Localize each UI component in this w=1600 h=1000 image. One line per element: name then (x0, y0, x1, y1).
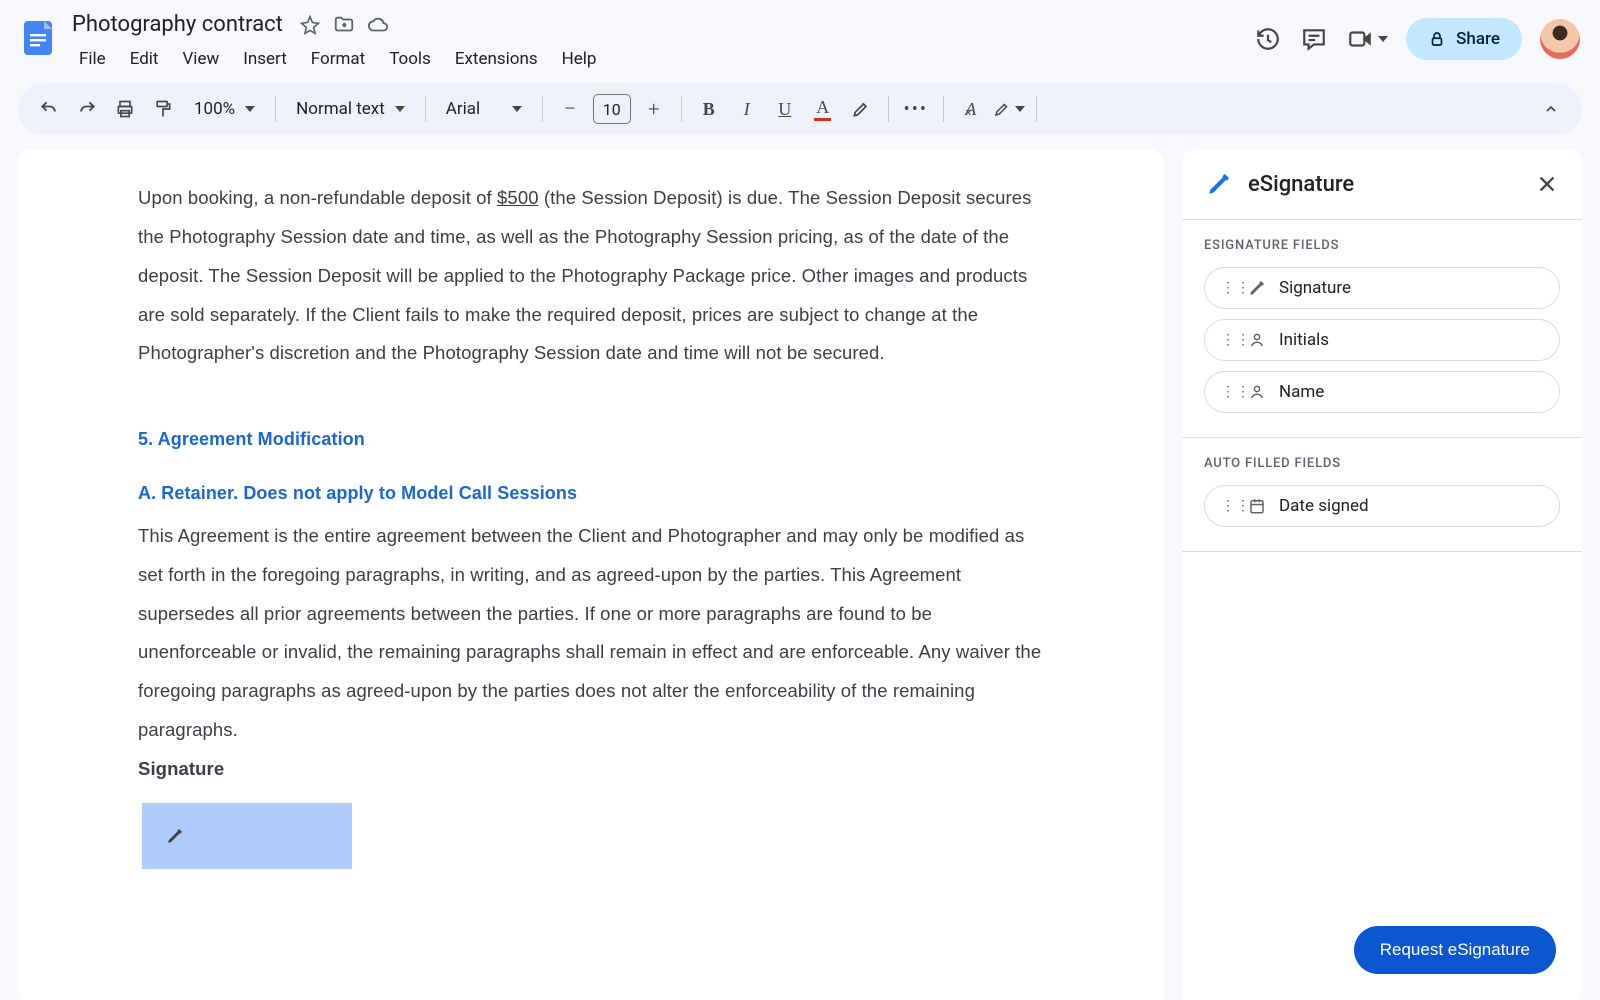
star-icon[interactable] (299, 14, 321, 36)
docs-logo[interactable] (14, 14, 62, 62)
share-label: Share (1456, 29, 1500, 49)
drag-handle-icon: ⋮⋮ (1221, 332, 1235, 348)
menu-edit[interactable]: Edit (119, 43, 170, 75)
subheading-a: A. Retainer. Does not apply to Model Cal… (138, 475, 1044, 513)
field-label: Signature (1279, 278, 1351, 298)
menu-extensions[interactable]: Extensions (444, 43, 549, 75)
request-esignature-button[interactable]: Request eSignature (1354, 926, 1556, 974)
signature-label: Signature (138, 750, 1044, 789)
zoom-value: 100% (194, 99, 235, 119)
menu-view[interactable]: View (171, 43, 230, 75)
font-select[interactable]: Arial (436, 99, 532, 119)
comments-icon[interactable] (1300, 25, 1328, 53)
history-icon[interactable] (1254, 25, 1282, 53)
esignature-fields-section: ESIGNATURE FIELDS ⋮⋮ Signature ⋮⋮ Initia… (1182, 220, 1582, 438)
collapse-toolbar-button[interactable] (1534, 92, 1568, 126)
clear-format-button[interactable]: A✕ (954, 92, 988, 126)
undo-button[interactable] (32, 92, 66, 126)
lock-icon (1428, 30, 1446, 48)
style-value: Normal text (296, 99, 385, 119)
app-root: Photography contract File Edit View Inse… (0, 0, 1600, 1000)
panel-title: eSignature (1248, 172, 1520, 197)
font-size-increase[interactable]: + (637, 92, 671, 126)
paint-format-button[interactable] (146, 92, 180, 126)
cloud-status-icon[interactable] (367, 14, 389, 36)
style-select[interactable]: Normal text (286, 99, 415, 119)
body: Upon booking, a non-refundable deposit o… (0, 135, 1600, 1000)
pen-icon (1247, 279, 1267, 297)
paragraph-deposit: Upon booking, a non-refundable deposit o… (138, 179, 1044, 373)
highlight-button[interactable] (844, 92, 878, 126)
zoom-select[interactable]: 100% (184, 99, 265, 119)
section-label: AUTO FILLED FIELDS (1204, 456, 1560, 471)
field-label: Initials (1279, 330, 1329, 350)
document-area[interactable]: Upon booking, a non-refundable deposit o… (18, 149, 1164, 1000)
caret-down-icon (1015, 106, 1025, 112)
pen-icon (166, 827, 184, 845)
signature-field-placeholder[interactable] (142, 803, 352, 869)
caret-down-icon (245, 106, 255, 112)
paragraph-agreement: This Agreement is the entire agreement b… (138, 517, 1044, 750)
menu-insert[interactable]: Insert (232, 43, 298, 75)
text: Upon booking, a non-refundable deposit o… (138, 187, 497, 208)
drag-handle-icon: ⋮⋮ (1221, 280, 1235, 296)
caret-down-icon (395, 106, 405, 112)
menu-file[interactable]: File (68, 43, 117, 75)
field-name[interactable]: ⋮⋮ Name (1204, 371, 1560, 413)
meet-button[interactable] (1346, 25, 1388, 53)
italic-button[interactable]: I (730, 92, 764, 126)
menu-help[interactable]: Help (551, 43, 608, 75)
font-size-input[interactable]: 10 (593, 94, 631, 124)
section-label: ESIGNATURE FIELDS (1204, 238, 1560, 253)
more-formatting-button[interactable]: ••• (899, 92, 933, 126)
close-icon[interactable] (1536, 173, 1558, 195)
caret-down-icon (1378, 36, 1388, 42)
toolbar: 100% Normal text Arial − 10 + B I U A ••… (18, 83, 1582, 135)
field-date-signed[interactable]: ⋮⋮ Date signed (1204, 485, 1560, 527)
esignature-panel: eSignature ESIGNATURE FIELDS ⋮⋮ Signatur… (1182, 149, 1582, 1000)
drag-handle-icon: ⋮⋮ (1221, 384, 1235, 400)
bold-button[interactable]: B (692, 92, 726, 126)
print-button[interactable] (108, 92, 142, 126)
move-icon[interactable] (333, 14, 355, 36)
person-icon (1247, 331, 1267, 349)
underline-button[interactable]: U (768, 92, 802, 126)
field-signature[interactable]: ⋮⋮ Signature (1204, 267, 1560, 309)
heading-5: 5. Agreement Modification (138, 421, 1044, 459)
field-label: Date signed (1279, 496, 1369, 516)
button-label: Request eSignature (1380, 940, 1530, 959)
person-icon (1247, 383, 1267, 401)
video-icon (1346, 25, 1374, 53)
text: (the Session Deposit) is due. The Sessio… (138, 187, 1031, 363)
field-initials[interactable]: ⋮⋮ Initials (1204, 319, 1560, 361)
menu-tools[interactable]: Tools (378, 43, 442, 75)
header-actions: Share (1254, 10, 1580, 60)
caret-down-icon (512, 106, 522, 112)
field-label: Name (1279, 382, 1324, 402)
header: Photography contract File Edit View Inse… (0, 0, 1600, 75)
menubar: File Edit View Insert Format Tools Exten… (68, 43, 1254, 75)
title-block: Photography contract File Edit View Inse… (68, 10, 1254, 75)
editing-mode-button[interactable] (992, 92, 1026, 126)
autofilled-fields-section: AUTO FILLED FIELDS ⋮⋮ Date signed (1182, 438, 1582, 552)
text-color-button[interactable]: A (806, 92, 840, 126)
pen-icon (1206, 171, 1232, 197)
deposit-amount: $500 (497, 187, 539, 208)
font-size-value: 10 (603, 100, 621, 119)
redo-button[interactable] (70, 92, 104, 126)
menu-format[interactable]: Format (300, 43, 376, 75)
share-button[interactable]: Share (1406, 18, 1522, 60)
drag-handle-icon: ⋮⋮ (1221, 498, 1235, 514)
font-size-decrease[interactable]: − (553, 92, 587, 126)
calendar-icon (1247, 497, 1267, 515)
font-value: Arial (446, 99, 480, 119)
avatar[interactable] (1540, 19, 1580, 59)
document-title[interactable]: Photography contract (68, 10, 287, 39)
